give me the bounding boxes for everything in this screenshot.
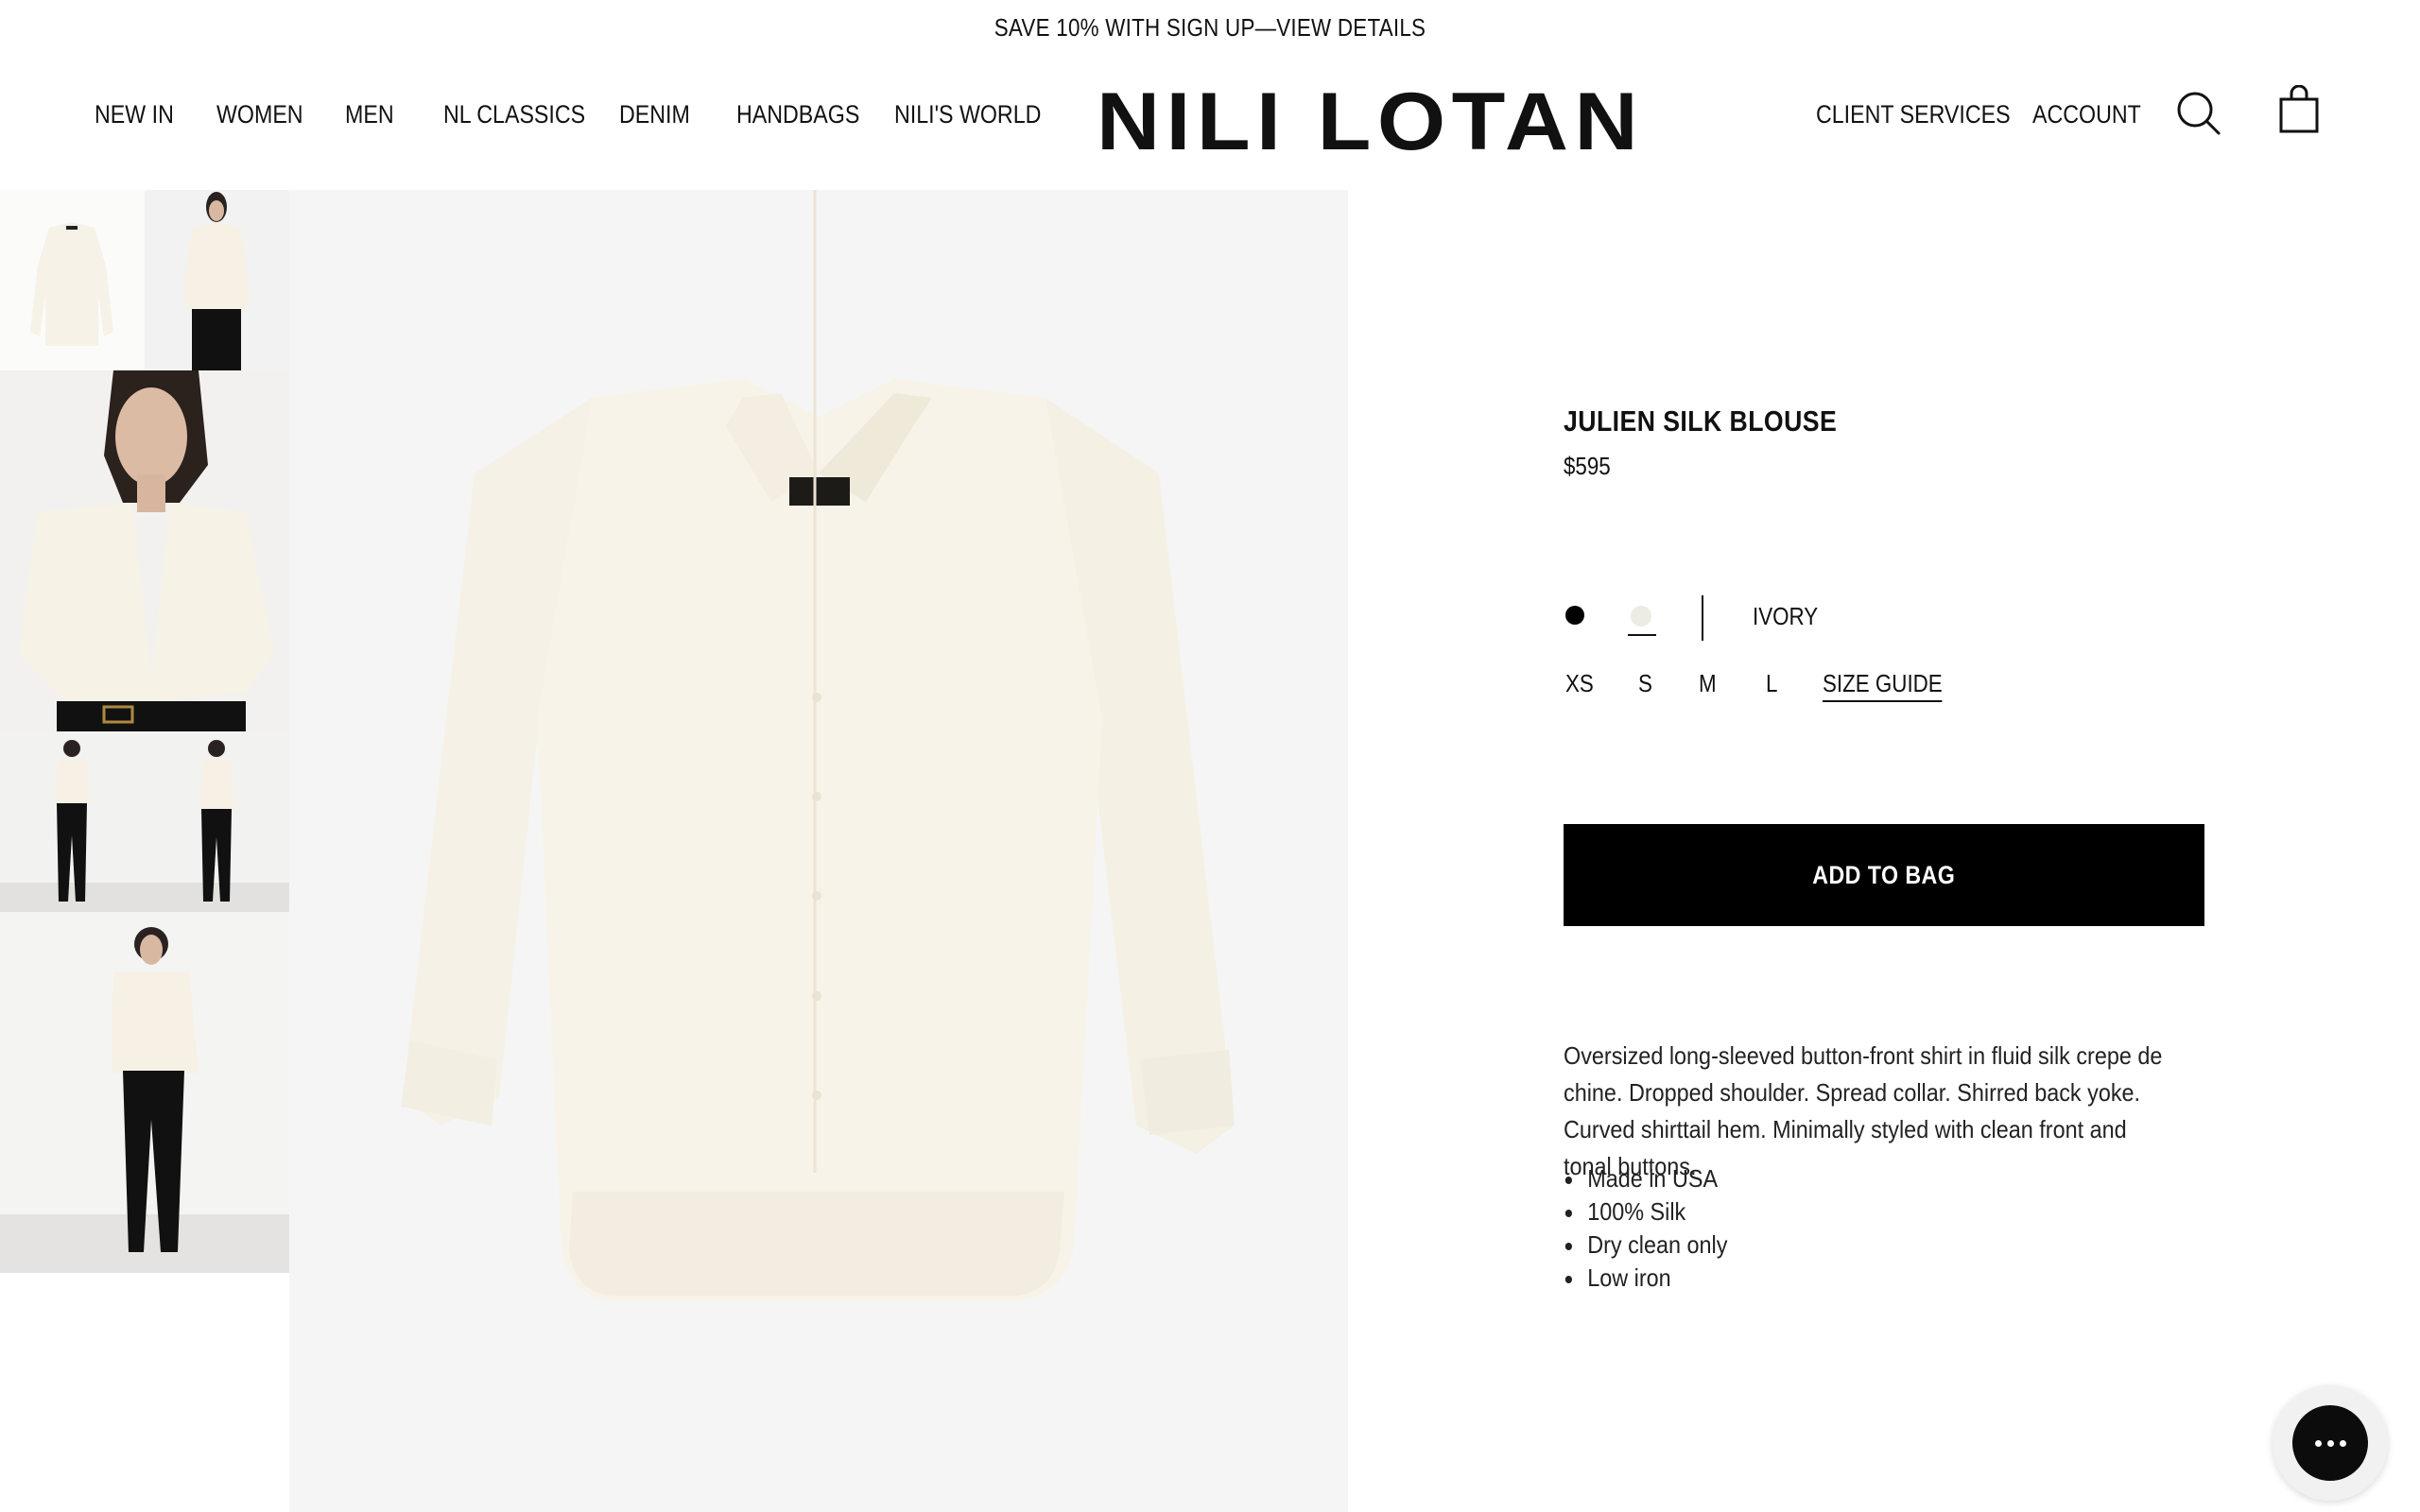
nav-denim[interactable]: DENIM <box>619 100 690 129</box>
selected-swatch-underline <box>1628 634 1656 636</box>
announcement-bar: SAVE 10% WITH SIGN UP—VIEW DETAILS <box>169 0 2251 55</box>
main-product-image[interactable] <box>289 190 1348 1512</box>
detail-item: Dry clean only <box>1564 1228 1727 1262</box>
add-to-bag-button[interactable]: ADD TO BAG <box>1564 824 2204 926</box>
selected-color-label: IVORY <box>1753 602 1819 630</box>
product-details-list: Made in USA 100% Silk Dry clean only Low… <box>1564 1162 1727 1295</box>
detail-item: Made in USA <box>1564 1162 1727 1195</box>
nav-new-in[interactable]: NEW IN <box>95 100 174 129</box>
size-l[interactable]: L <box>1766 669 1777 698</box>
size-s[interactable]: S <box>1638 669 1652 698</box>
nav-nilis-world[interactable]: NILI'S WORLD <box>894 100 1041 129</box>
product-title: JULIEN SILK BLOUSE <box>1564 404 1838 438</box>
size-guide-link[interactable]: SIZE GUIDE <box>1823 669 1943 702</box>
detail-item: Low iron <box>1564 1262 1727 1295</box>
nav-women[interactable]: WOMEN <box>216 100 303 129</box>
thumbnail-1[interactable] <box>0 190 145 370</box>
color-swatch-ivory[interactable] <box>1631 606 1651 627</box>
color-swatch-black[interactable] <box>1565 606 1584 625</box>
thumbnail-4[interactable] <box>0 731 145 912</box>
size-xs[interactable]: XS <box>1565 669 1594 698</box>
brand-logo[interactable]: NILI LOTAN <box>1097 81 1644 163</box>
thumbnail-5[interactable] <box>145 731 289 912</box>
search-icon[interactable] <box>2176 91 2221 136</box>
size-m[interactable]: M <box>1699 669 1717 698</box>
detail-item: 100% Silk <box>1564 1195 1727 1228</box>
nav-handbags[interactable]: HANDBAGS <box>736 100 859 129</box>
thumbnail-3[interactable] <box>0 370 289 731</box>
add-to-bag-label: ADD TO BAG <box>1812 860 1956 889</box>
nav-nl-classics[interactable]: NL CLASSICS <box>443 100 585 129</box>
thumbnail-2[interactable] <box>145 190 289 370</box>
product-price: $595 <box>1564 452 1611 480</box>
swatch-divider <box>1702 595 1703 641</box>
announcement-link[interactable]: SAVE 10% WITH SIGN UP—VIEW DETAILS <box>994 13 1426 43</box>
nav-client-services[interactable]: CLIENT SERVICES <box>1816 100 2011 129</box>
shopping-bag-icon[interactable] <box>2278 84 2320 134</box>
nav-account[interactable]: ACCOUNT <box>2032 100 2141 129</box>
chat-widget-button[interactable] <box>2273 1385 2388 1501</box>
nav-men[interactable]: MEN <box>345 100 394 129</box>
thumbnail-6[interactable] <box>0 912 289 1273</box>
chat-icon <box>2292 1405 2368 1481</box>
